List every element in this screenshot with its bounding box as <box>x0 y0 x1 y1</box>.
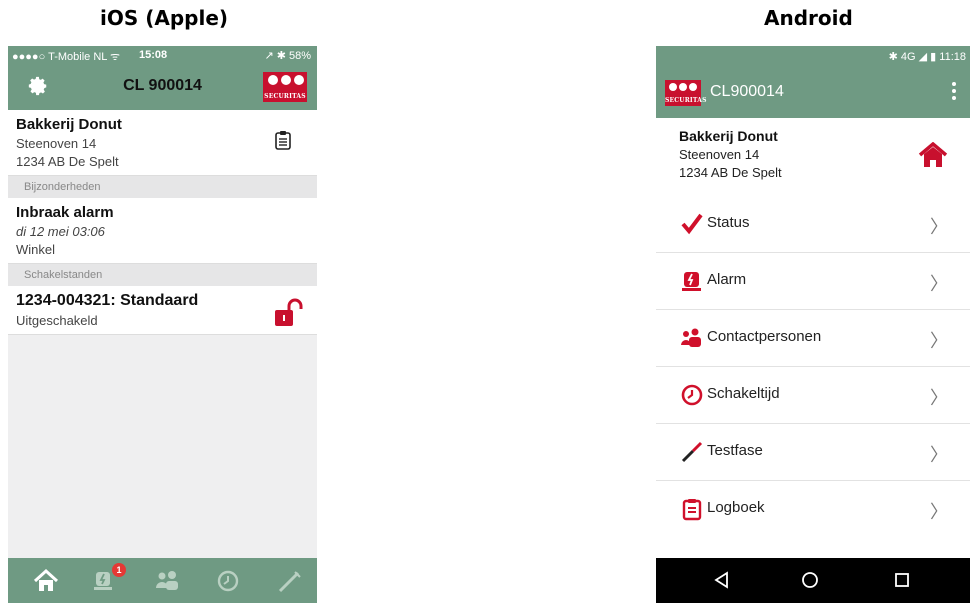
checkmark-icon <box>681 213 703 235</box>
securitas-logo: SECURITAS <box>263 72 307 102</box>
menu-label: Contactpersonen <box>707 328 822 345</box>
recents-icon[interactable] <box>892 570 912 590</box>
menu-label: Alarm <box>707 271 747 288</box>
battery-indicator: ↗ ✱ 58% <box>264 50 311 62</box>
clipboard-icon[interactable] <box>275 130 291 150</box>
android-status-bar: ✱ 4G ◢ ▮ 11:18 <box>656 46 970 68</box>
customer-name: Bakkerij Donut <box>16 116 122 133</box>
alarm-tab[interactable]: 1 <box>92 563 126 594</box>
menu-item-schakeltijd[interactable]: Schakeltijd 〉 <box>656 367 970 424</box>
customer-card[interactable]: Bakkerij Donut Steenoven 14 1234 AB De S… <box>8 110 317 176</box>
ios-phone: ●●●●○ T-Mobile NL ᯤ 15:08 ↗ ✱ 58% CL 900… <box>8 46 317 603</box>
alarm-date: di 12 mei 03:06 <box>16 224 105 239</box>
status-indicators: ✱ 4G ◢ ▮ 11:18 <box>888 51 966 63</box>
home-circle-icon[interactable] <box>800 570 820 590</box>
menu-item-status[interactable]: Status 〉 <box>656 196 970 253</box>
clipboard-icon <box>682 499 702 521</box>
chevron-right-icon: 〉 <box>930 274 948 294</box>
test-icon[interactable] <box>276 568 304 594</box>
menu-label: Testfase <box>707 442 763 459</box>
chevron-right-icon: 〉 <box>930 331 948 351</box>
back-icon[interactable] <box>712 570 732 590</box>
chevron-right-icon: 〉 <box>930 502 948 522</box>
alarm-badge: 1 <box>112 563 126 577</box>
menu-item-logboek[interactable]: Logboek 〉 <box>656 481 970 537</box>
switch-status: Uitgeschakeld <box>16 313 98 328</box>
logo-text: SECURITAS <box>264 93 306 100</box>
alarm-title: Inbraak alarm <box>16 204 114 221</box>
switch-card[interactable]: 1234-004321: Standaard Uitgeschakeld <box>8 286 317 335</box>
section-header-schakelstanden: Schakelstanden <box>8 264 317 286</box>
menu-label: Status <box>707 214 750 231</box>
chevron-right-icon: 〉 <box>930 388 948 408</box>
home-icon[interactable] <box>32 568 60 594</box>
menu-label: Logboek <box>707 499 765 516</box>
securitas-logo: SECURITAS <box>665 80 707 106</box>
customer-card[interactable]: Bakkerij Donut Steenoven 14 1234 AB De S… <box>656 118 970 196</box>
clock-icon <box>681 384 703 406</box>
menu-item-contactpersonen[interactable]: Contactpersonen 〉 <box>656 310 970 367</box>
android-phone: ✱ 4G ◢ ▮ 11:18 SECURITAS CL900014 Bakker… <box>656 46 970 603</box>
android-heading: Android <box>764 6 853 30</box>
ios-heading: iOS (Apple) <box>100 6 229 30</box>
status-time: 15:08 <box>139 49 168 61</box>
ios-status-bar: ●●●●○ T-Mobile NL ᯤ 15:08 ↗ ✱ 58% <box>8 46 317 64</box>
chevron-right-icon: 〉 <box>930 445 948 465</box>
menu-label: Schakeltijd <box>707 385 780 402</box>
home-icon <box>918 142 948 167</box>
switch-title: 1234-004321: Standaard <box>16 292 199 309</box>
ios-nav-bar: CL 900014 SECURITAS <box>8 64 317 110</box>
alarm-location: Winkel <box>16 242 56 257</box>
alarm-card[interactable]: Inbraak alarm di 12 mei 03:06 Winkel <box>8 198 317 264</box>
customer-street: Steenoven 14 <box>16 136 97 151</box>
test-icon <box>681 441 703 463</box>
clock-icon[interactable] <box>214 568 242 594</box>
customer-city: 1234 AB De Spelt <box>16 154 119 169</box>
ios-tab-bar: 1 <box>8 558 317 603</box>
contacts-icon <box>681 328 701 347</box>
contacts-icon[interactable] <box>154 568 182 594</box>
overflow-menu-icon[interactable] <box>952 82 956 103</box>
section-header-bijzonderheden: Bijzonderheden <box>8 176 317 198</box>
android-nav-bar <box>656 558 970 603</box>
menu-item-alarm[interactable]: Alarm 〉 <box>656 253 970 310</box>
menu-item-testfase[interactable]: Testfase 〉 <box>656 424 970 481</box>
unlocked-icon <box>275 298 303 326</box>
logo-text: SECURITAS <box>665 97 707 104</box>
alarm-icon <box>682 272 701 291</box>
page-title: CL900014 <box>710 83 784 100</box>
android-app-bar: SECURITAS CL900014 <box>656 68 970 118</box>
carrier-label: ●●●●○ T-Mobile NL ᯤ <box>12 51 121 63</box>
chevron-right-icon: 〉 <box>930 217 948 237</box>
